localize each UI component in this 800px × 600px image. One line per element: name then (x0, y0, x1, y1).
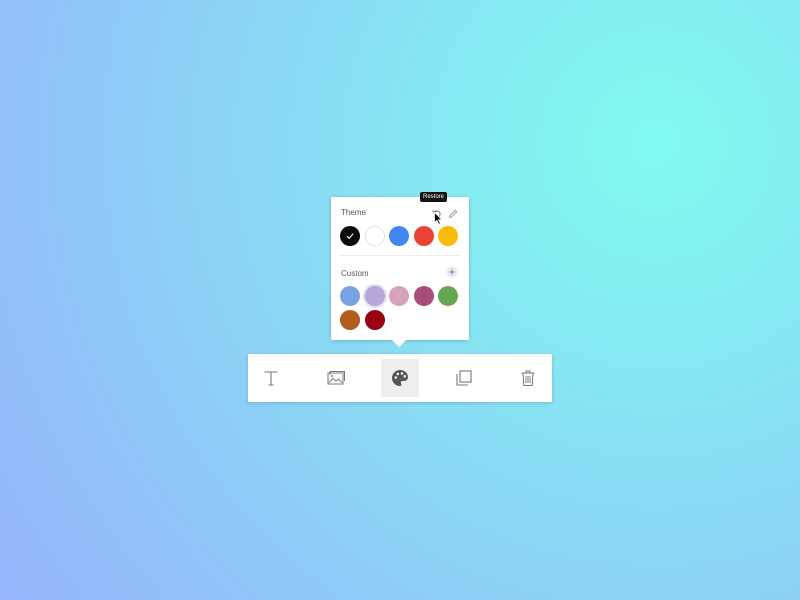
image-icon (327, 371, 345, 385)
delete-tool-button[interactable] (509, 359, 547, 397)
plus-icon[interactable] (446, 266, 458, 278)
theme-color-swatch[interactable] (413, 226, 434, 246)
text-icon (264, 371, 278, 386)
custom-color-swatch[interactable] (364, 286, 385, 306)
custom-color-swatch[interactable] (340, 286, 360, 306)
image-tool-button[interactable] (317, 359, 355, 397)
mouse-cursor-icon (434, 212, 443, 225)
theme-color-swatch[interactable] (340, 226, 360, 246)
custom-color-swatch[interactable] (364, 310, 385, 330)
theme-color-swatch[interactable] (438, 226, 458, 246)
trash-icon (521, 370, 535, 386)
theme-color-swatch[interactable] (389, 226, 409, 246)
section-divider (340, 255, 460, 256)
custom-color-swatch[interactable] (438, 286, 458, 306)
theme-color-swatch[interactable] (364, 226, 385, 246)
duplicate-icon (456, 370, 472, 386)
theme-section-label: Theme (341, 208, 366, 217)
custom-color-swatch[interactable] (413, 286, 434, 306)
editor-toolbar (248, 354, 552, 402)
pencil-icon[interactable] (447, 208, 459, 220)
check-icon (346, 233, 354, 240)
duplicate-tool-button[interactable] (445, 359, 483, 397)
restore-tooltip: Restore (420, 192, 448, 202)
text-tool-button[interactable] (252, 359, 290, 397)
color-picker-popover: Theme Custom (331, 197, 469, 340)
custom-color-swatch[interactable] (340, 310, 360, 330)
custom-color-swatch[interactable] (389, 286, 409, 306)
custom-section-label: Custom (341, 269, 369, 278)
color-tool-button[interactable] (381, 359, 419, 397)
palette-icon (392, 370, 408, 386)
